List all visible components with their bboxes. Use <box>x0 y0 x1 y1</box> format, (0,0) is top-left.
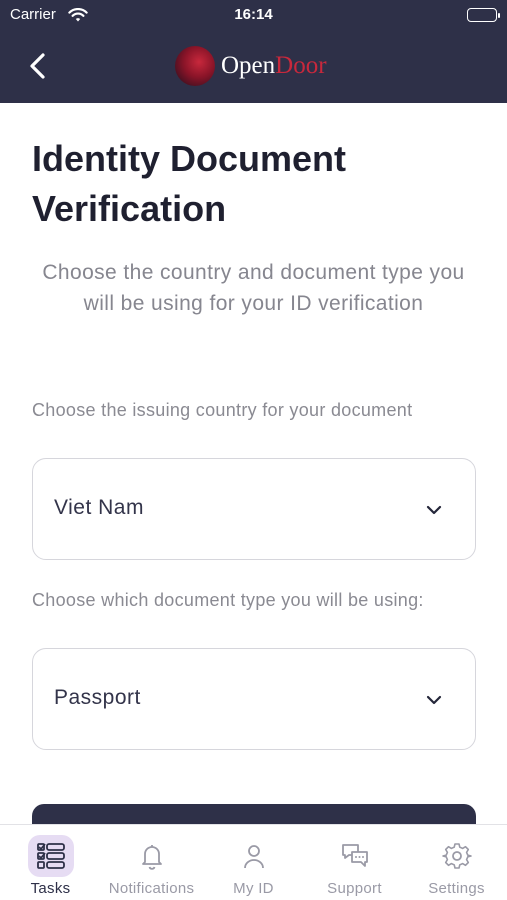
intro-text: Choose the country and document type you… <box>42 261 465 315</box>
country-select[interactable]: Viet Nam <box>32 458 476 560</box>
bell-icon <box>141 845 162 870</box>
opendoor-logo: OpenDoor <box>175 46 345 86</box>
tab-tasks-highlight <box>27 835 74 877</box>
back-button[interactable] <box>24 48 54 84</box>
tab-my-id[interactable]: My ID <box>203 825 304 900</box>
document-type-select[interactable]: Passport <box>32 648 476 750</box>
battery-icon <box>467 8 500 22</box>
status-bar: Carrier 16:14 <box>0 6 507 26</box>
person-icon <box>243 845 264 869</box>
tab-tasks-label: Tasks <box>30 880 71 897</box>
document-type-label: Choose which document type you will be u… <box>32 590 424 610</box>
tab-settings-label: Settings <box>428 880 485 897</box>
tasks-icon <box>36 843 65 869</box>
tab-bar: Tasks Notifications My ID Support Settin… <box>0 824 507 900</box>
chevron-down-icon <box>426 695 442 705</box>
page-title: Identity Document Verification <box>32 138 347 229</box>
chat-bubbles-icon <box>341 844 368 867</box>
tab-notifications-label: Notifications <box>108 880 195 897</box>
tab-my-id-label: My ID <box>233 880 274 897</box>
tab-notifications[interactable]: Notifications <box>101 825 202 900</box>
logo-wordmark: OpenDoor <box>221 52 327 79</box>
country-label: Choose the issuing country for your docu… <box>32 400 413 420</box>
chevron-left-icon <box>30 53 45 79</box>
logo-mark-icon <box>175 46 215 86</box>
app-header: Carrier 16:14 OpenDoor <box>0 0 507 103</box>
tab-settings[interactable]: Settings <box>406 825 507 900</box>
tab-support[interactable]: Support <box>304 825 405 900</box>
country-value: Viet Nam <box>54 496 144 519</box>
chevron-down-icon <box>426 505 442 515</box>
tab-tasks[interactable]: Tasks <box>0 825 101 900</box>
gear-icon <box>441 843 472 869</box>
document-type-value: Passport <box>54 686 141 709</box>
tab-support-label: Support <box>327 880 382 897</box>
status-time: 16:14 <box>234 6 273 23</box>
